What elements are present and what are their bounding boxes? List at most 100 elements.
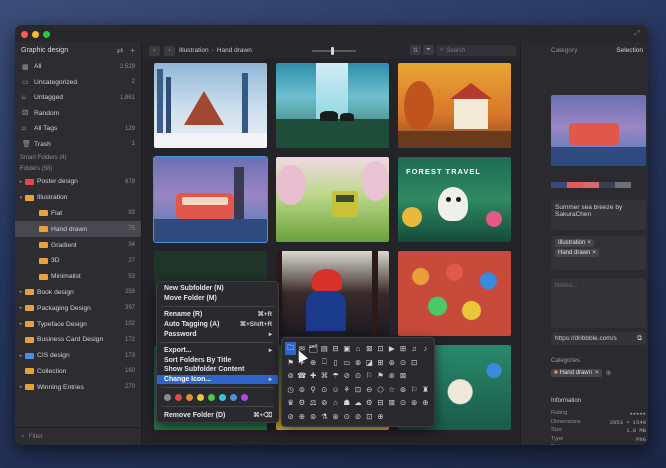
category-tag[interactable]: ■ Hand drawn × — [551, 369, 602, 377]
folder-icon-option[interactable]: ▶ — [386, 344, 397, 353]
folder-icon-option[interactable]: ☺ — [330, 385, 341, 394]
thumbnail-winter-cabin[interactable] — [154, 63, 267, 148]
disclosure-icon[interactable]: ▸ — [17, 384, 25, 390]
folder-icon-option[interactable]: ⊡ — [364, 412, 375, 421]
folder-icon-option[interactable]: ⊡ — [352, 385, 363, 394]
folder-icon-option[interactable]: ⌂ — [330, 398, 341, 407]
folder-item-book-design[interactable]: ▸ Book design 259 — [15, 285, 141, 301]
search-input[interactable]: Search — [446, 48, 465, 54]
palette-swatch[interactable] — [567, 182, 583, 188]
add-category-icon[interactable]: ⊕ — [606, 369, 612, 377]
folder-icon-option[interactable]: ⊚ — [296, 385, 307, 394]
color-swatch[interactable] — [197, 393, 204, 401]
folder-icon-option[interactable]: ◪ — [364, 358, 375, 367]
menu-item-remove-folder-d[interactable]: Remove Folder (D) ⌘+⌫ — [157, 410, 278, 420]
folder-icon-option[interactable]: ⊞ — [375, 358, 386, 367]
close-window-button[interactable] — [21, 31, 28, 38]
folder-item-cis-design[interactable]: ▸ CIS design 173 — [15, 348, 141, 364]
folder-icon-option[interactable]: ⊡ — [409, 358, 420, 367]
disclosure-icon[interactable]: ▸ — [17, 305, 25, 311]
folder-icon-option[interactable]: ⊚ — [319, 398, 330, 407]
menu-item-new-subfolder-n[interactable]: New Subfolder (N) — [157, 284, 278, 294]
folder-icon-option[interactable]: ▯ — [330, 358, 341, 367]
folder-icon-option[interactable]: ⊛ — [330, 412, 341, 421]
folder-icon-option[interactable]: ⊘ — [285, 412, 296, 421]
disclosure-icon[interactable]: ▸ — [17, 179, 25, 185]
thumbnail-forest-travel[interactable]: FOREST TRAVEL — [398, 157, 511, 242]
folder-icon-option[interactable]: ⊘ — [341, 371, 352, 380]
remove-category-icon[interactable]: × — [595, 370, 599, 376]
sidebar-item-untagged[interactable]: ⌑ Untagged 1,861 — [15, 90, 141, 106]
folder-item-gradient[interactable]: Gradient 34 — [15, 237, 141, 253]
filter-icon[interactable]: ⏷ — [423, 45, 434, 55]
folder-item-collection[interactable]: Collection 160 — [15, 364, 141, 380]
folder-icon-option[interactable]: ⊠ — [397, 371, 408, 380]
color-swatch[interactable] — [175, 393, 182, 401]
menu-item-rename-r[interactable]: Rename (R) ⌘+R — [157, 310, 278, 320]
folder-icon-option[interactable]: ⚑ — [375, 371, 386, 380]
folder-icon-option[interactable]: ♫ — [409, 344, 420, 353]
folder-icon-option[interactable]: ▤ — [319, 344, 330, 353]
folder-icon-option[interactable]: ♪ — [420, 344, 431, 353]
thumbnail-summer-sea-breeze[interactable] — [153, 156, 268, 243]
folder-icon-option[interactable]: ⊕ — [420, 398, 431, 407]
sync-icon[interactable]: ⇄ — [117, 46, 124, 55]
folder-icon-option[interactable]: ⚙ — [364, 398, 375, 407]
folder-icon-option[interactable]: ⌂ — [352, 344, 363, 353]
folder-icon-option[interactable]: ⊛ — [397, 385, 408, 394]
folder-icon-option[interactable]: ⊟ — [375, 398, 386, 407]
palette-swatch[interactable] — [631, 182, 647, 188]
folder-icon-option[interactable]: ⌘ — [319, 371, 330, 380]
tag-chip[interactable]: Hand drawn × — [555, 249, 599, 257]
menu-item-password[interactable]: Password ▸ — [157, 329, 278, 339]
folder-icon-option[interactable]: ⊕ — [375, 412, 386, 421]
folder-item-illustration[interactable]: ▾ Illustration — [15, 190, 141, 206]
sidebar-item-uncategorized[interactable]: ▭ Uncategorized 2 — [15, 75, 141, 91]
search-field[interactable]: ⌕ Search — [436, 45, 516, 56]
folder-item-minimalist[interactable]: Minimalist 53 — [15, 269, 141, 285]
palette-swatch[interactable] — [583, 182, 599, 188]
folder-item-typeface-design[interactable]: ▸ Typeface Design 102 — [15, 316, 141, 332]
menu-item-move-folder-m[interactable]: Move Folder (M) — [157, 294, 278, 304]
folder-icon-option[interactable]: ⊙ — [397, 398, 408, 407]
folder-item-flat[interactable]: Flat 93 — [15, 206, 141, 222]
notes-input[interactable]: Notes... — [555, 282, 577, 289]
notes-field[interactable]: Notes... — [551, 278, 646, 328]
filter-bar[interactable]: ⌕ Filter — [15, 427, 142, 445]
forward-button[interactable]: › — [164, 45, 175, 56]
sidebar-item-all[interactable]: ▦ All 2,529 — [15, 59, 141, 75]
folder-item-poster-design[interactable]: ▸ Poster design 678 — [15, 174, 141, 190]
filter-input[interactable]: Filter — [29, 433, 43, 440]
folder-icon-option[interactable]: ⊕ — [307, 358, 318, 367]
folder-icon-option[interactable]: ⊙ — [341, 412, 352, 421]
folder-icon-option[interactable]: ✚ — [307, 371, 318, 380]
url-field[interactable]: https://dribbble.com/s ⧉ — [551, 332, 646, 345]
menu-item-change-icon[interactable]: Change Icon... ▸ — [157, 374, 278, 385]
folder-item-hand-drawn[interactable]: Hand drawn 75 — [15, 221, 141, 238]
color-swatch[interactable] — [219, 393, 226, 401]
folders-header[interactable]: Folders (58) — [15, 163, 141, 174]
thumbnail-crowd[interactable] — [398, 251, 511, 336]
color-swatch[interactable] — [186, 393, 193, 401]
thumbnail-forest-boy[interactable] — [276, 251, 389, 336]
thumbnail-autumn-house[interactable] — [398, 63, 511, 148]
smart-folders-header[interactable]: Smart Folders (4) — [15, 152, 141, 163]
folder-icon-option[interactable]: ♜ — [420, 385, 431, 394]
palette-swatch[interactable] — [599, 182, 615, 188]
folder-icon-option[interactable]: ▭ — [341, 358, 352, 367]
folder-icon-option[interactable]: ⎕ — [319, 357, 330, 367]
thumbnail-green-train[interactable] — [276, 157, 389, 242]
pin-icon[interactable]: ⤢ — [634, 30, 640, 38]
remove-tag-icon[interactable]: × — [592, 250, 596, 256]
folder-icon-option[interactable]: ⊛ — [386, 358, 397, 367]
color-swatch[interactable] — [164, 393, 171, 401]
folder-icon-option[interactable]: ⊗ — [352, 358, 363, 367]
library-switcher[interactable]: Graphic design — [21, 47, 110, 54]
sidebar-item-trash[interactable]: 🗑 Trash 1 — [15, 137, 141, 153]
disclosure-icon[interactable]: ▸ — [17, 321, 25, 327]
color-swatch[interactable] — [208, 393, 215, 401]
tags-field[interactable]: Illustration × Hand drawn × — [551, 236, 646, 270]
folder-icon-option[interactable]: ⊙ — [319, 385, 330, 394]
folder-icon-option[interactable]: ⊛ — [386, 371, 397, 380]
folder-icon-option[interactable]: ☗ — [341, 398, 352, 407]
